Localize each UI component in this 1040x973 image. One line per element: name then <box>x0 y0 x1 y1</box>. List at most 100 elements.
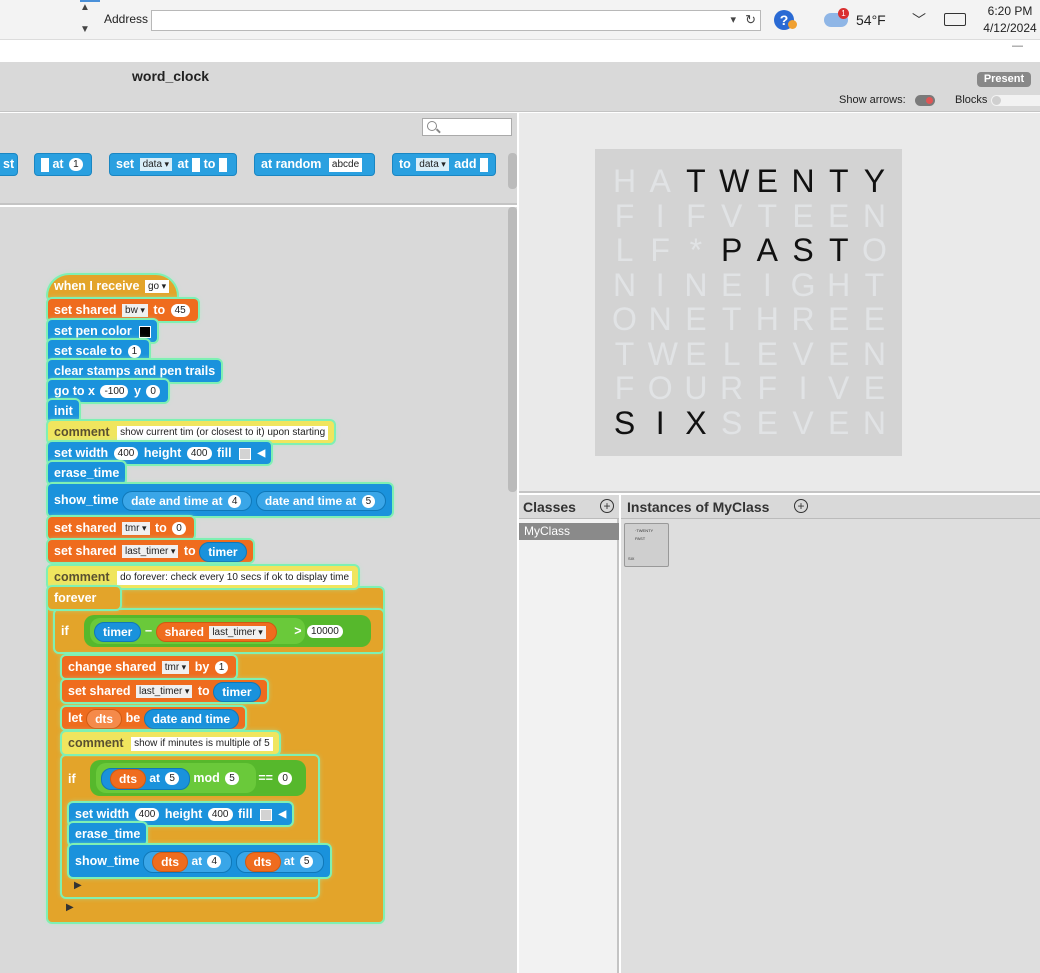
empty-slot[interactable] <box>41 157 49 172</box>
change-shared-block[interactable]: change shared tmr by 1 <box>62 656 237 678</box>
comment-block[interactable]: comment do forever: check every 10 secs … <box>48 566 359 588</box>
height-input[interactable]: 400 <box>207 808 233 822</box>
value-input[interactable]: 0 <box>172 522 186 536</box>
stage[interactable]: H A T W E N T Y F I F V T E E N L F * P A S T O N I N E I G H T O N E T H R E E… <box>519 113 1040 493</box>
index-input[interactable]: 1 <box>69 158 83 172</box>
item-of-reporter[interactable]: dts at 5 <box>101 767 190 790</box>
comment-input[interactable]: do forever: check every 10 secs if ok to… <box>117 570 353 585</box>
index-input[interactable]: 5 <box>165 772 179 786</box>
index-input[interactable]: 4 <box>207 855 222 869</box>
value-input[interactable]: 10000 <box>307 625 343 639</box>
list-input[interactable]: abcde <box>328 157 363 172</box>
value-input[interactable]: 5 <box>225 772 239 786</box>
toolbar-scroll[interactable]: ▲ ▼ <box>76 0 96 40</box>
empty-slot[interactable] <box>480 157 488 172</box>
present-button[interactable]: Present <box>977 72 1031 87</box>
set-scale-block[interactable]: set scale to 1 <box>48 340 150 362</box>
index-input[interactable]: 5 <box>361 495 376 509</box>
width-input[interactable]: 400 <box>134 808 160 822</box>
message-dropdown[interactable]: go <box>144 280 170 294</box>
arrow-right-icon[interactable]: ▶ <box>74 880 82 891</box>
show-arrows-toggle[interactable] <box>915 95 935 106</box>
shared-reporter[interactable]: shared last_timer <box>155 621 277 642</box>
color-swatch[interactable] <box>139 325 152 338</box>
data-slot[interactable]: data <box>139 158 173 172</box>
when-i-receive-hat[interactable]: when I receive go <box>48 275 178 299</box>
init-block[interactable]: init <box>48 400 79 422</box>
script-area[interactable]: when I receive go set shared bw to 45 se… <box>0 207 517 973</box>
date-and-time-reporter[interactable]: date and time at 4 <box>122 490 253 511</box>
timer-reporter[interactable]: timer <box>199 541 247 562</box>
empty-slot[interactable] <box>192 157 201 172</box>
clear-stamps-block[interactable]: clear stamps and pen trails <box>48 360 222 382</box>
palette-block[interactable]: st <box>0 153 18 176</box>
comment-input[interactable]: show if minutes is multiple of 5 <box>131 736 273 751</box>
instance-thumbnail[interactable]: ·TWENTY PAST SIX <box>624 523 669 567</box>
arrow-right-icon[interactable]: ▶ <box>66 902 74 913</box>
set-shared-block[interactable]: set shared last_timer to timer <box>62 680 267 702</box>
address-input[interactable]: ▾ ↻ <box>151 10 761 31</box>
arrow-left-icon[interactable]: ◀ <box>258 443 266 465</box>
x-input[interactable]: -100 <box>100 385 129 399</box>
dts-variable[interactable]: dts <box>244 851 281 872</box>
comment-input[interactable]: show current tim (or closest to it) upon… <box>117 425 329 440</box>
let-block[interactable]: let dts be date and time <box>62 707 245 729</box>
index-input[interactable]: 4 <box>227 495 242 509</box>
chevron-up-icon[interactable]: ▲ <box>80 2 90 13</box>
color-swatch[interactable] <box>239 447 252 460</box>
comment-block[interactable]: comment show if minutes is multiple of 5 <box>62 732 279 754</box>
item-of-reporter[interactable]: dts at 4 <box>143 850 233 873</box>
if2-condition[interactable]: dts at 5 mod 5 == 0 <box>101 767 294 790</box>
timer-reporter[interactable]: timer <box>213 681 261 702</box>
set-shared-block[interactable]: set shared bw to 45 <box>48 299 198 321</box>
width-input[interactable]: 400 <box>113 447 139 461</box>
go-to-xy-block[interactable]: go to x -100 y 0 <box>48 380 168 402</box>
data-slot[interactable]: data <box>416 158 449 172</box>
item-of-reporter[interactable]: dts at 5 <box>235 850 325 873</box>
palette-block-set-data[interactable]: set data at to <box>109 153 237 176</box>
palette-block-to-add[interactable]: to data add <box>392 153 496 176</box>
variable-dropdown[interactable]: last_timer <box>122 545 179 559</box>
value-input[interactable]: 45 <box>170 304 190 318</box>
color-swatch[interactable] <box>260 808 273 821</box>
variable-dropdown[interactable]: bw <box>122 304 148 318</box>
date-and-time-reporter[interactable]: date and time <box>143 708 239 729</box>
dts-variable[interactable]: dts <box>86 708 123 729</box>
date-and-time-reporter[interactable]: date and time at 5 <box>255 490 387 511</box>
refresh-icon[interactable]: ↻ <box>745 12 756 28</box>
dts-variable[interactable]: dts <box>152 851 189 872</box>
set-pen-color-block[interactable]: set pen color <box>48 320 158 342</box>
forever-block[interactable]: forever <box>48 587 120 609</box>
height-input[interactable]: 400 <box>186 447 212 461</box>
script-scrollbar[interactable] <box>508 207 517 492</box>
blocks-toggle[interactable] <box>991 95 1040 106</box>
value-input[interactable]: 0 <box>278 772 292 786</box>
chevron-down-icon[interactable]: ▾ <box>730 13 736 26</box>
arrow-left-icon[interactable]: ◀ <box>279 804 287 826</box>
value-input[interactable]: 1 <box>214 661 229 675</box>
comment-block[interactable]: comment show current tim (or closest to … <box>48 421 335 443</box>
show-time-block[interactable]: show_time date and time at 4 date and ti… <box>48 484 393 516</box>
dts-variable[interactable]: dts <box>110 768 146 789</box>
palette-scrollbar[interactable] <box>508 153 517 189</box>
variable-dropdown[interactable]: last_timer <box>136 685 193 699</box>
add-instance-icon[interactable]: + <box>794 499 808 513</box>
clock-time[interactable]: 6:20 PM <box>980 4 1040 18</box>
clock-date[interactable]: 4/12/2024 <box>980 21 1040 35</box>
variable-dropdown[interactable]: tmr <box>122 522 150 536</box>
variable-dropdown[interactable]: last_timer <box>209 626 266 640</box>
timer-reporter[interactable]: timer <box>94 621 142 642</box>
set-width-block[interactable]: set width 400 height 400 fill ◀ <box>69 803 293 826</box>
value-input[interactable]: 1 <box>127 345 142 359</box>
palette-block-at-random[interactable]: at random abcde <box>254 153 375 176</box>
chevron-down-icon[interactable]: ▼ <box>80 24 90 35</box>
minimize-icon[interactable]: — <box>1012 40 1023 52</box>
add-class-icon[interactable]: + <box>600 499 614 513</box>
erase-time-block[interactable]: erase_time <box>69 823 147 845</box>
class-item-myclass[interactable]: MyClass <box>519 523 619 540</box>
tray-chevron-icon[interactable]: ﹀ <box>912 10 926 30</box>
palette-block-at[interactable]: at 1 <box>34 153 92 176</box>
set-shared-block[interactable]: set shared tmr to 0 <box>48 517 194 539</box>
variable-dropdown[interactable]: tmr <box>161 661 190 675</box>
erase-time-block[interactable]: erase_time <box>48 462 126 484</box>
